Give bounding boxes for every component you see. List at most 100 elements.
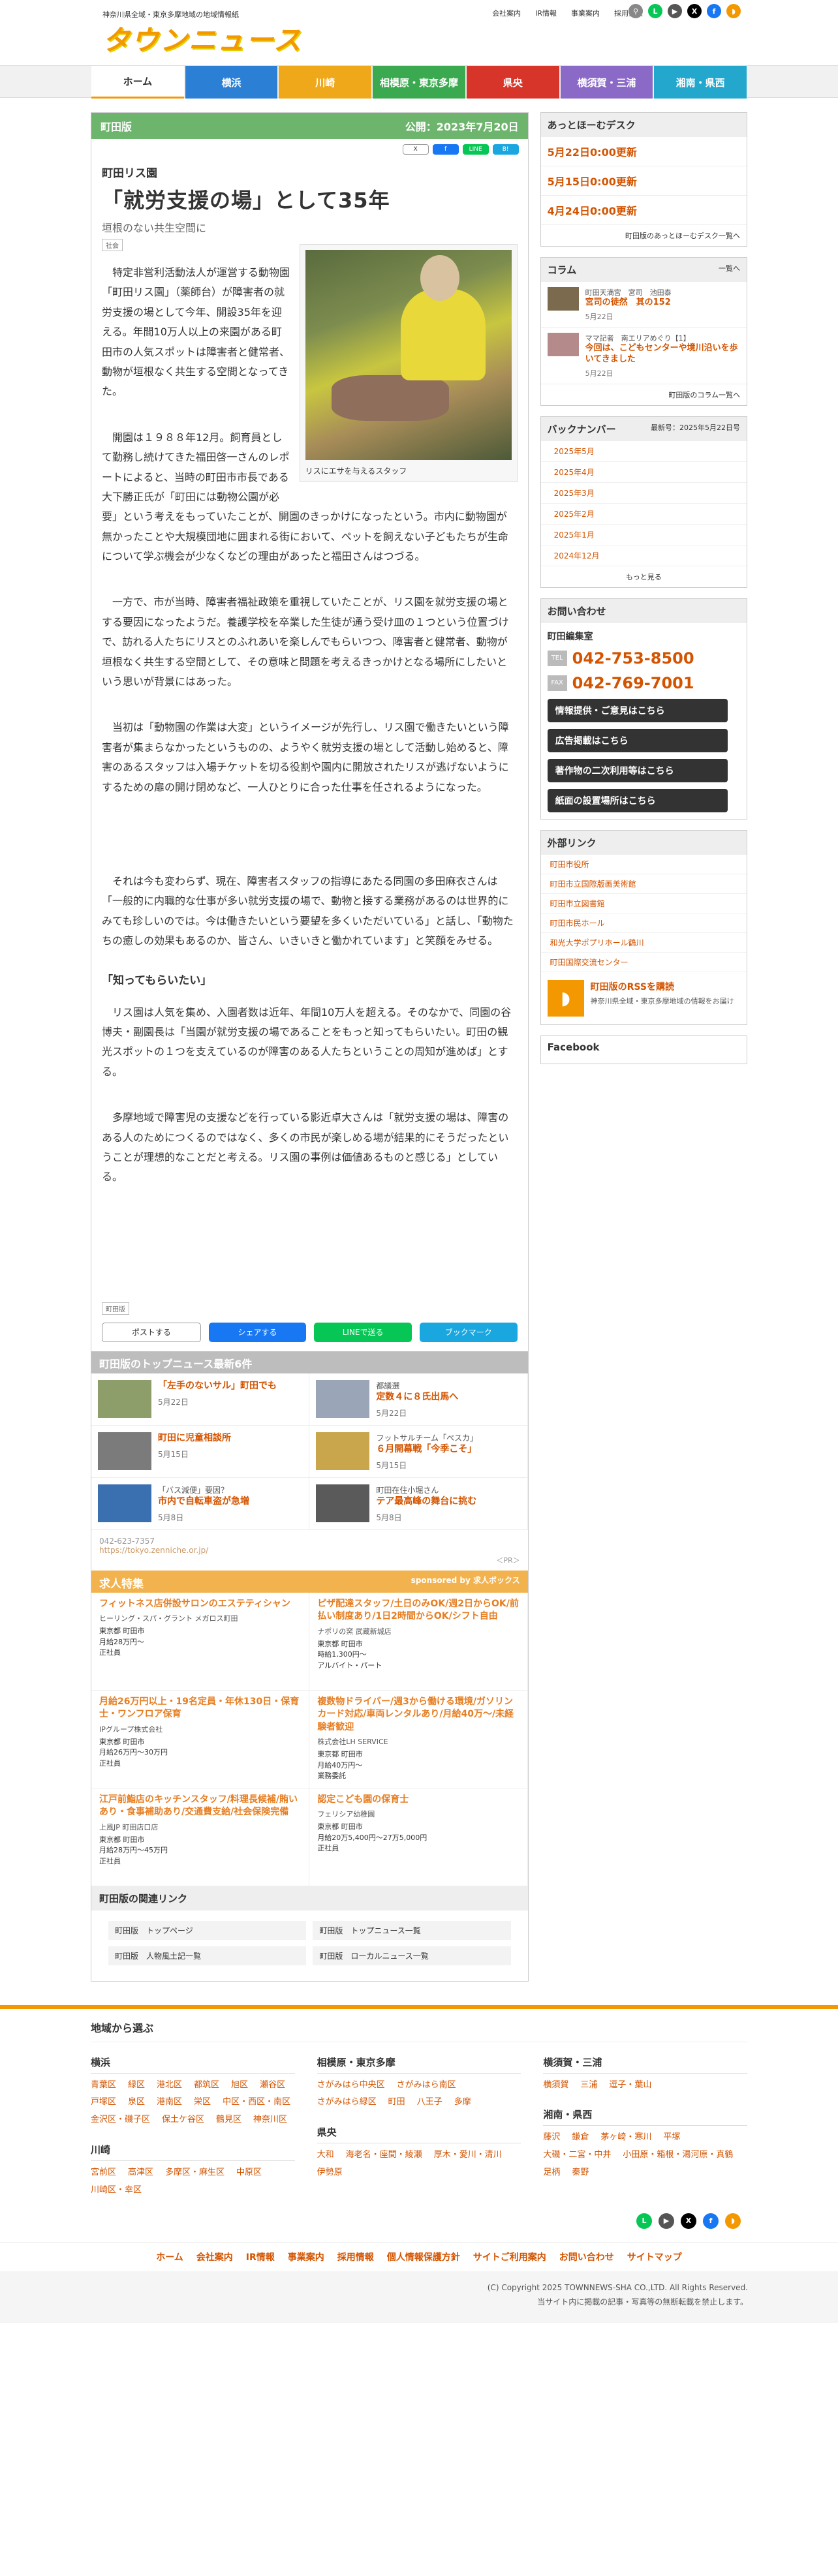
column-item[interactable]: ママ記者 南エリアめぐり【1】 今回は、こどもセンターや境川沿いを歩いてきました 5… — [540, 328, 747, 384]
region-link[interactable]: 大磯・二宮・中井 — [543, 2149, 611, 2162]
region-link[interactable]: 宮前区 — [91, 2166, 116, 2180]
topnews-item[interactable]: 「バス減便」要因？ 市内で自転車盗が急増 5月8日 — [91, 1477, 310, 1530]
job-title[interactable]: 月給26万円以上・19名定員・年休130日・保育士・ワンフロア保育 — [99, 1696, 301, 1721]
top-link[interactable]: 会社案内 — [492, 8, 521, 18]
column-more-link[interactable]: 町田版のコラム一覧へ — [541, 384, 747, 405]
top-link[interactable]: IR情報 — [535, 8, 557, 18]
nav-item[interactable]: 相模原・東京多摩 — [373, 66, 465, 99]
job-item[interactable]: フィットネス店併設サロンのエステティシャン ヒーリング・スパ・グラント メガロス町… — [91, 1592, 310, 1691]
region-link[interactable]: 中原区 — [236, 2166, 262, 2180]
tel-number[interactable]: 042-753-8500 — [572, 649, 694, 667]
region-link[interactable]: 高津区 — [128, 2166, 153, 2180]
backnumber-item[interactable]: 2025年5月 — [540, 441, 747, 462]
region-link[interactable]: 金沢区・磯子区 — [91, 2113, 150, 2127]
external-link[interactable]: 和光大学ポプリホール鶴川 — [540, 933, 747, 953]
region-link[interactable]: 茅ヶ崎・寒川 — [600, 2131, 651, 2145]
region-link[interactable]: 港北区 — [157, 2079, 182, 2093]
rss-icon[interactable]: ◗ — [725, 2213, 741, 2229]
x-icon[interactable]: X — [687, 4, 702, 18]
footer-link[interactable]: IR情報 — [246, 2250, 275, 2263]
job-item[interactable]: ピザ配達スタッフ/土日のみOK/週2日からOK/前払い制度あり/1日2時間からO… — [309, 1592, 528, 1691]
region-link[interactable]: さがみはら中央区 — [317, 2079, 385, 2093]
nav-item[interactable]: 川崎 — [279, 66, 372, 99]
region-link[interactable]: 泉区 — [128, 2096, 145, 2109]
job-item[interactable]: 江戸前鮨店のキッチンスタッフ/料理長候補/賄いあり・食事補助あり/交通費支給/社… — [91, 1788, 310, 1886]
region-link[interactable]: 藤沢 — [543, 2131, 560, 2145]
share-top-button[interactable]: f — [432, 144, 459, 155]
topnews-item[interactable]: 町田に児童相談所 5月15日 — [91, 1425, 310, 1478]
topnews-item[interactable]: 「左手のないサル」町田でも 5月22日 — [91, 1373, 310, 1426]
external-link[interactable]: 町田市立図書館 — [540, 894, 747, 913]
x-icon[interactable]: X — [681, 2213, 696, 2229]
region-link[interactable]: さがみはら緑区 — [317, 2096, 377, 2109]
job-item[interactable]: 認定こども園の保育士 フェリシア幼稚園 東京都 町田市 月給20万5,400円～27万… — [309, 1788, 528, 1886]
search-icon[interactable]: ⚲ — [628, 4, 643, 18]
region-link[interactable]: 神奈川区 — [253, 2113, 287, 2127]
share-top-button[interactable]: LINE — [462, 144, 489, 155]
job-item[interactable]: 複数物ドライバー/週3から働ける環境/ガソリンカード対応/車両レンタルあり/月給… — [309, 1690, 528, 1788]
region-link[interactable]: 港南区 — [157, 2096, 182, 2109]
region-link[interactable]: 秦野 — [572, 2166, 589, 2180]
nav-item[interactable]: 県央 — [466, 66, 559, 99]
topnews-title[interactable]: ６月開幕戦「今季こそ」 — [376, 1443, 478, 1456]
topnews-item[interactable]: フットサルチーム「ペスカ」 ６月開幕戦「今季こそ」 5月15日 — [309, 1425, 528, 1478]
region-link[interactable]: 大和 — [317, 2149, 334, 2162]
external-link[interactable]: 町田市立国際版画美術館 — [540, 874, 747, 894]
rss-subscribe[interactable]: ◗ 町田版のRSSを購読 神奈川県全域・東京多摩地域の情報をお届け — [541, 972, 747, 1024]
footer-link[interactable]: サイトマップ — [627, 2250, 682, 2263]
region-link[interactable]: 伊勢原 — [317, 2166, 343, 2180]
region-link[interactable]: 緑区 — [128, 2079, 145, 2093]
facebook-icon[interactable]: f — [703, 2213, 719, 2229]
share-bottom-button[interactable]: シェアする — [208, 1322, 307, 1342]
bottom-edition-tag[interactable]: 町田版 — [102, 1302, 129, 1315]
region-link[interactable]: 戸塚区 — [91, 2096, 116, 2109]
external-link[interactable]: 町田市役所 — [540, 855, 747, 874]
article-photo[interactable] — [305, 250, 512, 460]
region-link[interactable]: 川崎区・幸区 — [91, 2184, 142, 2198]
external-link[interactable]: 町田国際交流センター — [540, 953, 747, 972]
region-link[interactable]: 横須賀 — [543, 2079, 568, 2093]
contact-url[interactable]: https://tokyo.zenniche.or.jp/ — [99, 1546, 208, 1555]
topnews-item[interactable]: 都議選 定数４に８氏出馬へ 5月22日 — [309, 1373, 528, 1426]
share-bottom-button[interactable]: LINEで送る — [314, 1322, 412, 1342]
related-link[interactable]: 町田版 トップニュース一覧 — [313, 1920, 511, 1940]
region-link[interactable]: 都筑区 — [194, 2079, 219, 2093]
column-thumbnail[interactable] — [547, 287, 579, 311]
column-title[interactable]: 今回は、こどもセンターや境川沿いを歩いてきました — [585, 343, 740, 365]
nav-item[interactable]: 横須賀・三浦 — [560, 66, 653, 99]
backnumber-item[interactable]: 2025年2月 — [540, 504, 747, 525]
column-title[interactable]: 宮司の徒然 其の152 — [585, 298, 672, 309]
desk-item[interactable]: 4月24日0:00更新 — [540, 196, 747, 225]
region-link[interactable]: 小田原・箱根・湯河原・真鶴 — [623, 2149, 733, 2162]
topnews-thumbnail[interactable] — [316, 1432, 370, 1470]
region-link[interactable]: 栄区 — [194, 2096, 211, 2109]
region-link[interactable]: さがみはら南区 — [397, 2079, 456, 2093]
region-link[interactable]: 町田 — [388, 2096, 405, 2109]
inquiry-button[interactable]: 情報提供・ご意見はこちら — [547, 698, 728, 722]
related-link[interactable]: 町田版 ローカルニュース一覧 — [313, 1946, 511, 1965]
region-link[interactable]: 保土ケ谷区 — [162, 2113, 204, 2127]
backnumber-more[interactable]: もっと見る — [541, 566, 747, 587]
job-title[interactable]: 認定こども園の保育士 — [317, 1794, 519, 1807]
region-link[interactable]: 多摩 — [454, 2096, 471, 2109]
job-title[interactable]: フィットネス店併設サロンのエステティシャン — [99, 1598, 301, 1611]
related-link[interactable]: 町田版 人物風土記一覧 — [108, 1946, 307, 1965]
region-link[interactable]: 鶴見区 — [216, 2113, 241, 2127]
topnews-title[interactable]: 「左手のないサル」町田でも — [158, 1380, 277, 1393]
share-bottom-button[interactable]: ポストする — [102, 1322, 201, 1342]
footer-link[interactable]: 会社案内 — [196, 2250, 233, 2263]
footer-link[interactable]: お問い合わせ — [559, 2250, 614, 2263]
footer-link[interactable]: 採用情報 — [337, 2250, 374, 2263]
column-list-link[interactable]: 一覧へ — [719, 263, 740, 277]
column-thumbnail[interactable] — [547, 332, 579, 356]
site-logo[interactable]: タウンニュース — [102, 18, 302, 58]
job-title[interactable]: ピザ配達スタッフ/土日のみOK/週2日からOK/前払い制度あり/1日2時間からO… — [317, 1598, 519, 1623]
line-icon[interactable]: L — [648, 4, 662, 18]
article-tag[interactable]: 社会 — [102, 239, 123, 251]
job-title[interactable]: 複数物ドライバー/週3から働ける環境/ガソリンカード対応/車両レンタルあり/月給… — [317, 1696, 519, 1734]
topnews-title[interactable]: 町田に児童相談所 — [158, 1432, 231, 1445]
desk-item[interactable]: 5月15日0:00更新 — [540, 166, 747, 196]
backnumber-item[interactable]: 2025年4月 — [540, 462, 747, 483]
region-link[interactable]: 海老名・座間・綾瀬 — [346, 2149, 422, 2162]
youtube-icon[interactable]: ▶ — [668, 4, 682, 18]
